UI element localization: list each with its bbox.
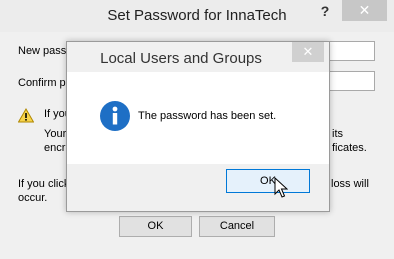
info-icon — [100, 101, 130, 131]
warning-text-3: encr — [44, 142, 66, 154]
message-box-close-button[interactable]: ✕ — [292, 42, 324, 62]
new-password-label: New pass — [18, 45, 67, 57]
footer-text-2: occur. — [18, 192, 48, 204]
background-title: Set Password for InnaTech — [107, 7, 287, 24]
message-box-ok-button[interactable]: OK — [226, 169, 310, 193]
message-text: The password has been set. — [138, 110, 277, 122]
confirm-password-field[interactable] — [325, 71, 375, 91]
warning-text-2: Your — [44, 128, 67, 140]
warning-text-right-2: ficates. — [332, 142, 367, 154]
message-box-body: The password has been set. — [67, 72, 329, 164]
background-cancel-button[interactable]: Cancel — [199, 216, 275, 237]
message-box: Local Users and Groups ✕ The password ha… — [66, 41, 330, 212]
message-box-title: Local Users and Groups — [100, 50, 262, 67]
warning-text-right-1: its — [332, 128, 343, 140]
background-titlebar: Set Password for InnaTech ? ✕ — [0, 0, 394, 32]
background-ok-button[interactable]: OK — [119, 216, 192, 237]
warning-icon — [18, 108, 34, 123]
background-close-button[interactable]: ✕ — [342, 0, 387, 21]
mouse-cursor-icon — [274, 177, 288, 198]
help-button[interactable]: ? — [318, 3, 332, 23]
footer-text-1: If you click — [18, 178, 70, 190]
confirm-password-label: Confirm pa — [18, 77, 72, 89]
footer-text-right: loss will — [331, 178, 369, 190]
new-password-field[interactable] — [325, 41, 375, 61]
